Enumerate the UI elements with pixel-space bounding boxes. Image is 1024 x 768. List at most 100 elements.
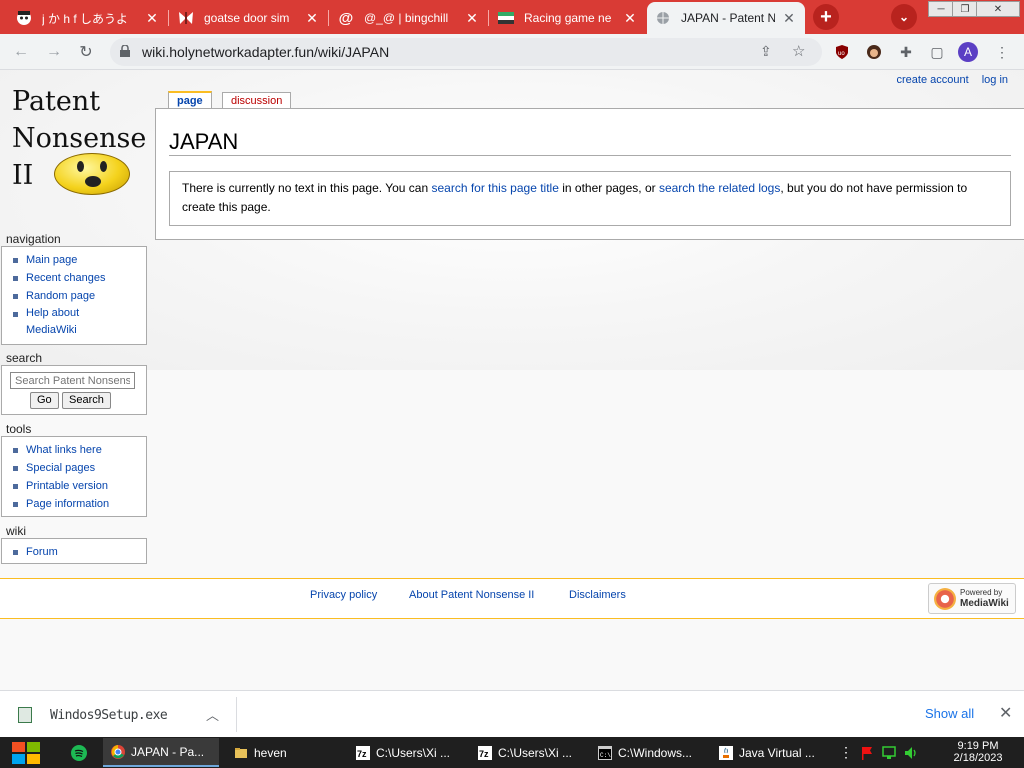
tools-page-information-link[interactable]: Page information — [12, 495, 146, 513]
title-divider — [169, 155, 1011, 156]
java-icon — [719, 745, 733, 760]
nav-help-link-continued[interactable]: MediaWiki — [12, 322, 146, 339]
create-account-link[interactable]: create account — [896, 74, 968, 86]
taskbar-item-browser[interactable]: JAPAN - Pa... — [103, 738, 219, 767]
tray-overflow-icon[interactable]: ⋮ — [839, 744, 853, 761]
tab-title: @_@ | bingchill — [364, 11, 449, 25]
close-icon[interactable]: ✕ — [999, 703, 1012, 723]
minimize-window-button[interactable]: ─ — [928, 1, 954, 17]
face-eye — [100, 161, 107, 172]
address-bar[interactable]: wiki.holynetworkadapter.fun/wiki/JAPAN ⇪… — [110, 38, 822, 66]
close-tab-icon[interactable]: ✕ — [622, 10, 638, 27]
wiki-forum-link[interactable]: Forum — [12, 543, 146, 561]
download-filename[interactable]: Windos9Setup.exe — [50, 708, 168, 723]
navigation-portlet: Main page Recent changes Random page Hel… — [1, 246, 147, 345]
command-prompt-icon: C:\ — [598, 745, 612, 760]
notice-text: in other pages, or — [558, 181, 659, 195]
browser-menu-icon[interactable]: ⋮ — [992, 42, 1012, 62]
windows-taskbar: JAPAN - Pa... heven 7z C:\Users\Xi ... 7… — [0, 737, 1024, 768]
taskbar-item-label: heven — [254, 745, 287, 760]
go-button[interactable]: Go — [30, 392, 59, 409]
network-icon[interactable] — [882, 746, 896, 760]
browser-toolbar: ← → ↻ wiki.holynetworkadapter.fun/wiki/J… — [0, 34, 1024, 70]
logo-line-3: II — [12, 160, 34, 191]
tab-separator — [328, 10, 329, 26]
chevron-up-icon[interactable]: ︿ — [206, 705, 219, 724]
close-tab-icon[interactable]: ✕ — [304, 10, 320, 27]
privacy-policy-link[interactable]: Privacy policy — [310, 589, 377, 601]
nav-help-link[interactable]: Help about — [12, 305, 146, 322]
taskbar-item-label: C:\Users\Xi ... — [376, 745, 451, 760]
logo-line-1: Patent — [12, 86, 101, 117]
spotify-icon[interactable] — [71, 745, 87, 761]
search-related-logs-link[interactable]: search the related logs — [659, 181, 780, 195]
tab-discussion[interactable]: discussion — [222, 92, 292, 109]
taskbar-item-7zip-2[interactable]: 7z C:\Users\Xi ... — [470, 738, 586, 767]
taskbar-item-java[interactable]: Java Virtual ... — [711, 738, 827, 767]
close-window-button[interactable]: ✕ — [976, 1, 1020, 17]
flag-icon — [498, 10, 514, 26]
tools-what-links-here-link[interactable]: What links here — [12, 441, 146, 459]
tab-title: Racing game ne — [524, 11, 612, 25]
tools-printable-version-link[interactable]: Printable version — [12, 477, 146, 495]
tools-special-pages-link[interactable]: Special pages — [12, 459, 146, 477]
bookmark-star-icon[interactable]: ☆ — [792, 42, 805, 60]
close-tab-icon[interactable]: ✕ — [464, 10, 480, 27]
restore-window-button[interactable]: ❐ — [952, 1, 978, 17]
new-tab-button[interactable]: + — [813, 4, 839, 30]
browser-tab-active[interactable]: JAPAN - Patent N ✕ — [647, 2, 805, 34]
taskbar-clock[interactable]: 9:19 PM 2/18/2023 — [938, 740, 1018, 764]
browser-tab-strip: j か h f しあうよ ✕ goatse door sim ✕ @ @_@ |… — [0, 0, 1024, 34]
taskbar-item-label: JAPAN - Pa... — [131, 744, 205, 759]
at-sign-icon: @ — [338, 9, 354, 27]
search-input[interactable] — [10, 372, 135, 389]
search-page-title-link[interactable]: search for this page title — [431, 181, 558, 195]
globe-icon — [655, 10, 671, 26]
back-arrow-icon[interactable]: ← — [11, 42, 31, 62]
browser-tab-2[interactable]: goatse door sim ✕ — [170, 2, 328, 34]
log-in-link[interactable]: log in — [982, 74, 1008, 86]
clock-date: 2/18/2023 — [953, 752, 1003, 764]
search-button[interactable]: Search — [62, 392, 111, 409]
side-panel-icon[interactable]: ▢ — [927, 42, 947, 62]
show-all-downloads-link[interactable]: Show all — [925, 706, 974, 721]
windows-start-icon[interactable] — [8, 739, 44, 766]
download-divider — [236, 697, 237, 732]
download-bar: Windos9Setup.exe ︿ Show all ✕ — [0, 690, 1024, 737]
volume-icon[interactable] — [904, 746, 918, 760]
wiki-heading: wiki — [6, 524, 26, 538]
tab-search-chevron-icon[interactable]: ⌄ — [891, 4, 917, 30]
browser-tab-4[interactable]: Racing game ne ✕ — [490, 2, 646, 34]
taskbar-item-folder[interactable]: heven — [226, 738, 342, 767]
close-tab-icon[interactable]: ✕ — [781, 10, 797, 27]
taskbar-item-label: C:\Users\Xi ... — [498, 745, 573, 760]
ublock-icon[interactable]: uo — [832, 42, 852, 62]
browser-tab-3[interactable]: @ @_@ | bingchill ✕ — [330, 2, 488, 34]
close-tab-icon[interactable]: ✕ — [144, 10, 160, 27]
extensions-puzzle-icon[interactable]: ✚ — [896, 42, 916, 62]
nav-main-page-link[interactable]: Main page — [12, 251, 146, 269]
action-center-flag-icon[interactable] — [860, 746, 874, 760]
butterfly-icon — [178, 10, 194, 26]
file-icon — [18, 707, 32, 723]
powered-by-mediawiki-badge[interactable]: Powered by MediaWiki — [928, 583, 1016, 614]
url-text[interactable]: wiki.holynetworkadapter.fun/wiki/JAPAN — [142, 44, 389, 60]
tab-page[interactable]: page — [168, 91, 212, 109]
forward-arrow-icon[interactable]: → — [44, 42, 64, 62]
taskbar-item-cmd[interactable]: C:\ C:\Windows... — [590, 738, 706, 767]
tab-separator — [168, 10, 169, 26]
disclaimers-link[interactable]: Disclaimers — [569, 589, 626, 601]
taskbar-item-label: Java Virtual ... — [739, 745, 815, 760]
about-link[interactable]: About Patent Nonsense II — [409, 589, 534, 601]
extension-avatar-icon[interactable] — [864, 42, 884, 62]
nav-random-page-link[interactable]: Random page — [12, 287, 146, 305]
share-icon[interactable]: ⇪ — [760, 43, 772, 60]
svg-text:7z: 7z — [357, 749, 367, 759]
taskbar-item-7zip-1[interactable]: 7z C:\Users\Xi ... — [348, 738, 466, 767]
nav-recent-changes-link[interactable]: Recent changes — [12, 269, 146, 287]
reload-icon[interactable]: ↻ — [76, 42, 96, 62]
page-title: JAPAN — [169, 129, 239, 154]
tab-title: j か h f しあうよ — [42, 11, 129, 26]
browser-tab-1[interactable]: j か h f しあうよ ✕ — [8, 2, 168, 34]
profile-avatar[interactable]: A — [958, 42, 978, 62]
